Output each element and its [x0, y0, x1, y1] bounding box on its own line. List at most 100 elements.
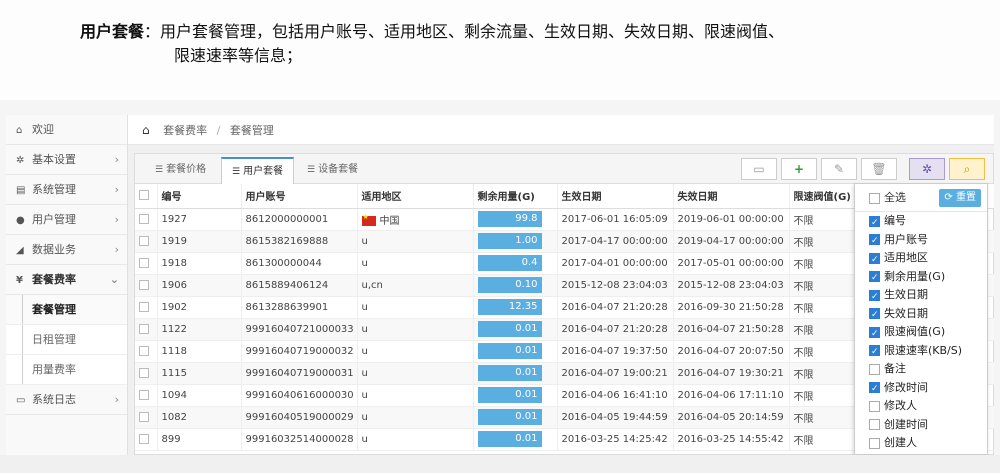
checkbox[interactable]: [139, 411, 149, 422]
sidebar-item-data-service[interactable]: ◢ 数据业务 ›: [6, 235, 127, 265]
checkbox[interactable]: [869, 269, 880, 288]
column-option[interactable]: 适用地区: [855, 249, 987, 269]
row-select-cell[interactable]: [135, 296, 158, 319]
checkbox[interactable]: [139, 279, 149, 290]
column-option[interactable]: 用户账号: [855, 231, 987, 251]
column-header-remaining[interactable]: 剩余用量(G): [473, 184, 558, 209]
cell-remaining: 99.8: [473, 208, 558, 231]
column-header-id[interactable]: 编号: [157, 184, 242, 209]
row-select-cell[interactable]: [135, 406, 158, 429]
checkbox[interactable]: [869, 343, 880, 362]
cell-region: 中国: [357, 208, 474, 231]
reset-button[interactable]: ⟳ 重置: [939, 189, 981, 207]
checkbox[interactable]: [139, 235, 149, 246]
admin-app: ⌂ 欢迎 ✲ 基本设置 › ▤ 系统管理 › ● 用户管理 › ◢ 数据业务 › ¥ 套餐费率 ⌄ 套…: [6, 115, 994, 455]
cell-id: 1918: [157, 252, 242, 275]
tab-package-price[interactable]: ☰ 套餐价格: [145, 157, 216, 184]
select-all-checkbox[interactable]: [869, 192, 880, 204]
column-option[interactable]: 生效日期: [855, 286, 987, 306]
cell-start-date: 2016-04-07 19:37:50: [557, 340, 674, 363]
cell-account: 99916040616000030: [241, 384, 358, 407]
checkbox[interactable]: [869, 363, 880, 375]
column-option[interactable]: 备注: [855, 360, 987, 379]
row-select-cell[interactable]: [135, 252, 158, 275]
row-select-cell[interactable]: [135, 362, 158, 385]
checkbox[interactable]: [139, 190, 149, 201]
remaining-bar: 99.8: [477, 211, 542, 227]
column-chooser-header: 全选 ⟳ 重置: [855, 184, 987, 212]
checkbox[interactable]: [869, 288, 880, 306]
select-all-cell[interactable]: [135, 184, 158, 209]
row-select-cell[interactable]: [135, 384, 158, 407]
sidebar-item-system-log[interactable]: ▭ 系统日志 ›: [6, 385, 127, 415]
sidebar-item-basic-settings[interactable]: ✲ 基本设置 ›: [6, 145, 127, 175]
view-button[interactable]: ▭: [741, 158, 777, 180]
column-header-account[interactable]: 用户账号: [241, 184, 358, 209]
cell-region: u: [357, 296, 474, 319]
column-option[interactable]: 修改人: [855, 397, 987, 416]
checkbox[interactable]: [869, 400, 880, 412]
checkbox[interactable]: [139, 345, 149, 356]
tab-user-package[interactable]: ☰ 用户套餐: [221, 157, 295, 185]
checkbox[interactable]: [869, 232, 880, 251]
checkbox[interactable]: [139, 367, 149, 378]
row-select-cell[interactable]: [135, 274, 158, 297]
sidebar-item-welcome[interactable]: ⌂ 欢迎: [6, 115, 127, 145]
column-settings-button[interactable]: ✲: [909, 158, 945, 180]
checkbox[interactable]: [869, 306, 880, 325]
column-option[interactable]: 编号: [855, 212, 987, 232]
column-option[interactable]: 限速阀值(G): [855, 323, 987, 343]
sidebar-subitem-package-management[interactable]: 套餐管理: [6, 295, 127, 325]
column-header-start-date[interactable]: 生效日期: [557, 184, 674, 209]
sidebar-item-package-rates[interactable]: ¥ 套餐费率 ⌄: [6, 265, 127, 295]
sidebar-subitem-daily-rent[interactable]: 日租管理: [6, 325, 127, 355]
edit-button[interactable]: ✎: [821, 158, 857, 180]
tab-device-package[interactable]: ☰ 设备套餐: [297, 157, 368, 184]
list-icon: ☰: [155, 165, 164, 175]
search-button[interactable]: ⌕: [949, 158, 985, 180]
checkbox[interactable]: [869, 251, 880, 269]
checkbox[interactable]: [139, 257, 149, 268]
checkbox[interactable]: [869, 325, 880, 343]
row-select-cell[interactable]: [135, 208, 158, 231]
column-option[interactable]: 失效日期: [855, 305, 987, 325]
cell-end-date: 2016-04-07 19:30:21: [673, 362, 790, 385]
row-select-cell[interactable]: [135, 428, 158, 451]
checkbox[interactable]: [869, 214, 880, 232]
region-text: u: [361, 323, 368, 335]
column-chooser-panel: 全选 ⟳ 重置 编号用户账号适用地区剩余用量(G) 生效日期失效日期限速阀值(G)…: [854, 183, 988, 455]
sidebar-item-system[interactable]: ▤ 系统管理 ›: [6, 175, 127, 205]
checkbox[interactable]: [139, 301, 149, 312]
checkbox[interactable]: [139, 389, 149, 400]
cell-end-date: 2016-04-05 20:14:59: [673, 406, 790, 429]
checkbox[interactable]: [869, 419, 880, 430]
cell-end-date: 2016-04-06 17:11:10: [673, 384, 790, 407]
column-option[interactable]: 创建时间: [855, 416, 987, 435]
row-select-cell[interactable]: [135, 318, 158, 341]
column-header-region[interactable]: 适用地区: [357, 184, 474, 209]
cell-remaining: 0.01: [473, 362, 558, 385]
column-option[interactable]: 创建人: [855, 434, 987, 453]
column-option[interactable]: 限速速率(KB/S): [855, 342, 987, 362]
column-option-label: 生效日期: [884, 288, 928, 301]
checkbox[interactable]: [139, 323, 149, 334]
home-icon[interactable]: ⌂: [142, 123, 150, 137]
sidebar-item-users[interactable]: ● 用户管理 ›: [6, 205, 127, 235]
cell-remaining: 12.35: [473, 296, 558, 319]
row-select-cell[interactable]: [135, 230, 158, 253]
column-header-end-date[interactable]: 失效日期: [673, 184, 790, 209]
cell-remaining: 1.00: [473, 230, 558, 253]
checkbox[interactable]: [139, 433, 149, 444]
checkbox[interactable]: [139, 213, 149, 224]
sidebar-subitem-usage-rates[interactable]: 用量费率: [6, 355, 127, 385]
cell-id: 899: [157, 428, 242, 451]
column-option[interactable]: 修改时间: [855, 379, 987, 399]
checkbox[interactable]: [869, 380, 880, 399]
breadcrumb-parent[interactable]: 套餐费率: [163, 124, 207, 137]
row-select-cell[interactable]: [135, 340, 158, 363]
checkbox[interactable]: [869, 437, 880, 449]
add-button[interactable]: +: [781, 158, 817, 180]
column-option-label: 编号: [884, 214, 906, 227]
column-option[interactable]: 剩余用量(G): [855, 268, 987, 288]
delete-button[interactable]: 🗑: [861, 158, 897, 180]
